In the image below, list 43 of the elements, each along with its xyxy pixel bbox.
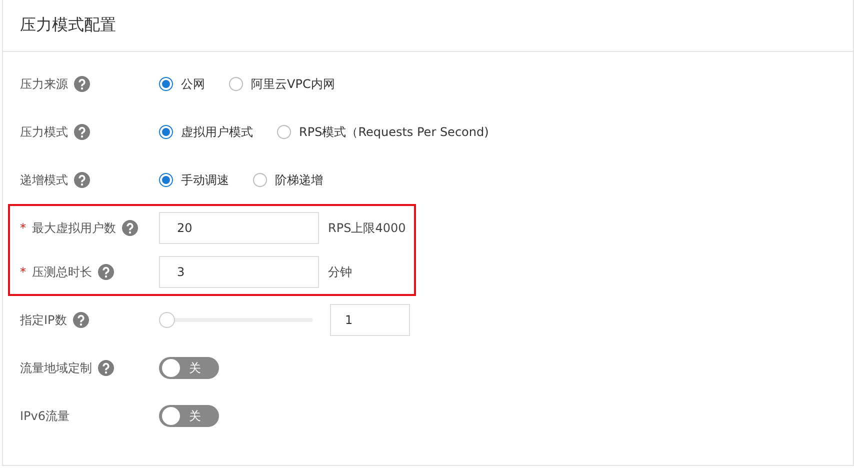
radio-button[interactable] xyxy=(159,173,173,187)
field-label: 压力模式 xyxy=(20,124,68,140)
required-mark: * xyxy=(20,221,26,235)
field-label: 最大虚拟用户数 xyxy=(32,220,116,236)
help-icon[interactable] xyxy=(98,360,114,376)
radio-option[interactable]: 手动调速 xyxy=(159,172,229,188)
slider-thumb[interactable] xyxy=(159,312,175,328)
field-label: 指定IP数 xyxy=(20,312,67,328)
field-label: 递增模式 xyxy=(20,172,68,188)
slider[interactable] xyxy=(159,312,313,328)
radio-button[interactable] xyxy=(253,173,267,187)
field-hint: RPS上限4000 xyxy=(328,220,406,236)
radio-option[interactable]: 阿里云VPC内网 xyxy=(229,76,335,92)
radio-button[interactable] xyxy=(277,125,291,139)
option-label: 公网 xyxy=(181,76,205,92)
help-icon[interactable] xyxy=(122,220,138,236)
radio-option[interactable]: 阶梯递增 xyxy=(253,172,323,188)
field-label: IPv6流量 xyxy=(20,408,70,424)
required-mark: * xyxy=(20,265,26,279)
input-field[interactable]: 3 xyxy=(159,256,319,288)
field-label: 压测总时长 xyxy=(32,264,92,280)
radio-button[interactable] xyxy=(159,77,173,91)
help-icon[interactable] xyxy=(72,312,89,328)
option-label: 阿里云VPC内网 xyxy=(251,76,335,92)
number-field[interactable]: 1 xyxy=(330,304,410,336)
radio-option[interactable]: 虚拟用户模式 xyxy=(159,124,253,140)
radio-option[interactable]: 公网 xyxy=(159,76,205,92)
option-label: 阶梯递增 xyxy=(275,172,323,188)
toggle-switch[interactable]: 关 xyxy=(159,357,219,379)
field-label: 流量地域定制 xyxy=(20,360,92,376)
help-icon[interactable] xyxy=(98,264,114,280)
help-icon[interactable] xyxy=(74,124,90,140)
radio-button[interactable] xyxy=(229,77,243,91)
input-field[interactable]: 20 xyxy=(159,212,319,244)
option-label: 手动调速 xyxy=(181,172,229,188)
help-icon[interactable] xyxy=(74,76,90,92)
option-label: 虚拟用户模式 xyxy=(181,124,253,140)
field-label: 压力来源 xyxy=(20,76,68,92)
field-hint: 分钟 xyxy=(328,264,352,280)
radio-button[interactable] xyxy=(159,125,173,139)
help-icon[interactable] xyxy=(74,172,90,188)
panel-title: 压力模式配置 xyxy=(20,15,116,36)
toggle-switch[interactable]: 关 xyxy=(159,405,219,427)
